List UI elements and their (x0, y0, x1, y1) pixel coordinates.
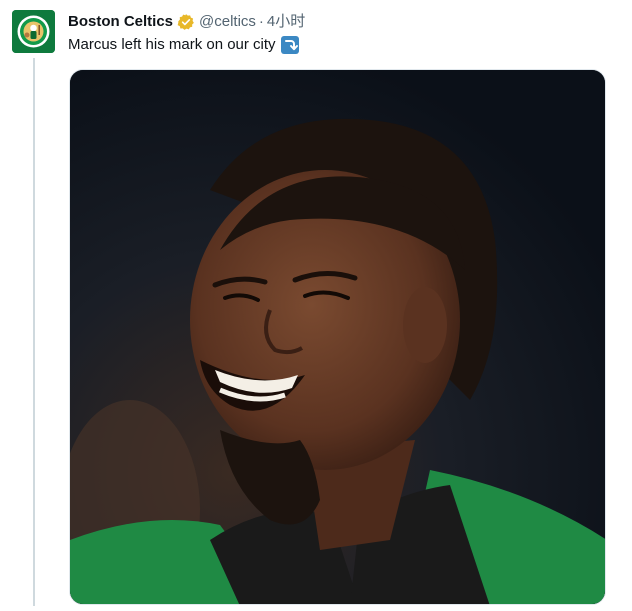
player-photo (70, 70, 605, 604)
celtics-logo-icon (12, 10, 55, 53)
author-avatar[interactable] (12, 10, 55, 53)
thread-line (33, 58, 35, 606)
timestamp[interactable]: 4小时 (267, 12, 305, 32)
tweet-media-photo[interactable] (69, 69, 606, 605)
tweet-text: Marcus left his mark on our city (68, 35, 299, 55)
right-arrow-curving-down-icon (280, 36, 299, 54)
tweet-header: Boston Celtics @celtics · 4小时 (68, 12, 305, 32)
separator-dot: · (258, 13, 264, 30)
author-name[interactable]: Boston Celtics (68, 12, 173, 32)
verified-badge-icon (177, 13, 195, 31)
author-handle[interactable]: @celtics (199, 12, 256, 32)
tweet-body: Marcus left his mark on our city (68, 36, 276, 53)
